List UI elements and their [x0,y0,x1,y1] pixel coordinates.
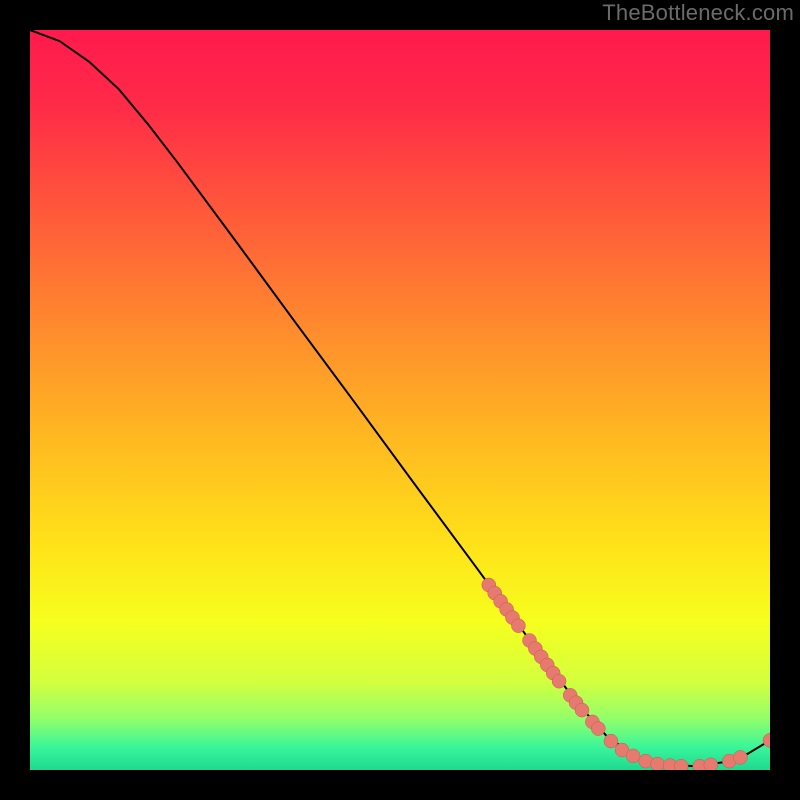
plot-svg [30,30,770,770]
gradient-background [30,30,770,770]
data-marker [591,722,605,736]
data-marker [704,758,718,770]
data-marker [651,757,665,770]
plot-area-wrap [30,30,770,770]
watermark-text: TheBottleneck.com [602,0,794,26]
chart-root: TheBottleneck.com [0,0,800,800]
data-marker [626,749,640,763]
data-marker [604,734,618,748]
data-marker [575,703,589,717]
data-marker [733,750,747,764]
data-marker [552,674,566,688]
data-marker [511,619,525,633]
